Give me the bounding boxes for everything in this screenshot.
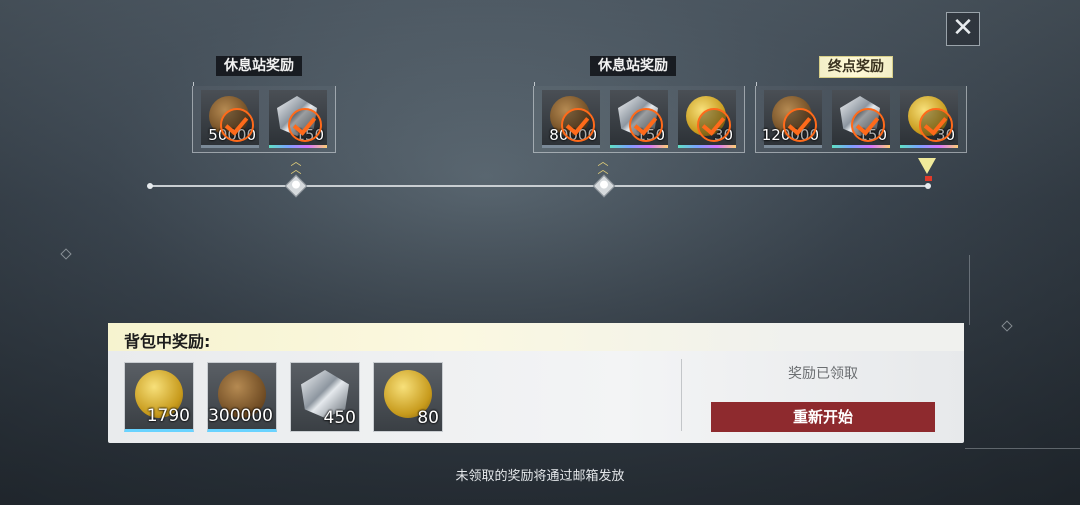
bag-item-slot[interactable]: 1790 [124,362,194,432]
bag-item-slot[interactable]: 300000 [207,362,277,432]
claimed-check-icon [629,108,663,142]
bag-item-qty: 450 [323,408,356,428]
reward-group-stop-1: 50000 150 [192,82,336,153]
final-stop-label: 终点奖励 [819,56,893,78]
reward-slot[interactable]: 50000 [201,90,259,148]
stop-label: 休息站奖励 [590,56,676,76]
reward-slot[interactable]: 120000 [762,90,822,148]
stop-label: 休息站奖励 [216,56,302,76]
reward-slot[interactable]: 30 [900,90,958,148]
track-end-dot [925,183,931,189]
chevron-up-icon: ︿ ︿ [597,155,609,176]
panel-divider [681,359,682,431]
bag-item-slot[interactable]: 450 [290,362,360,432]
heart-icon [598,178,610,191]
panel-title: 背包中奖励: [124,332,211,351]
reward-slot[interactable]: 150 [610,90,668,148]
reward-slot[interactable]: 150 [832,90,890,148]
reward-slot[interactable]: 150 [269,90,327,148]
bag-rewards-panel: 背包中奖励: 1790 300000 450 80 奖励已领取 重新开始 [108,323,964,443]
close-button[interactable]: ✕ [946,12,980,46]
close-icon: ✕ [952,13,974,43]
claimed-check-icon [851,108,885,142]
chevron-up-icon: ︿ ︿ [290,155,302,176]
claimed-check-icon [697,108,731,142]
bag-item-slot[interactable]: 80 [373,362,443,432]
claimed-check-icon [288,108,322,142]
decor-line [969,255,970,325]
claimed-check-icon [561,108,595,142]
heart-icon [290,178,302,191]
bag-item-qty: 80 [417,408,439,428]
reward-slot[interactable]: 30 [678,90,736,148]
reward-slot[interactable]: 80000 [542,90,600,148]
decor-line [965,448,1080,449]
bag-item-qty: 1790 [146,406,190,426]
reward-group-stop-2: 80000 150 30 [533,82,745,153]
current-position-marker-icon [918,158,936,174]
claimed-check-icon [220,108,254,142]
mail-delivery-note: 未领取的奖励将通过邮箱发放 [455,469,625,484]
claimed-check-icon [783,108,817,142]
finish-flag-icon [925,176,932,181]
progress-track [150,185,928,187]
claimed-status-text: 奖励已领取 [788,366,858,382]
bag-item-qty: 300000 [208,406,273,426]
panel-header: 背包中奖励: [108,323,964,351]
claimed-check-icon [919,108,953,142]
track-start-dot [147,183,153,189]
reward-group-final: 120000 150 30 [755,82,967,153]
restart-button[interactable]: 重新开始 [711,402,935,432]
